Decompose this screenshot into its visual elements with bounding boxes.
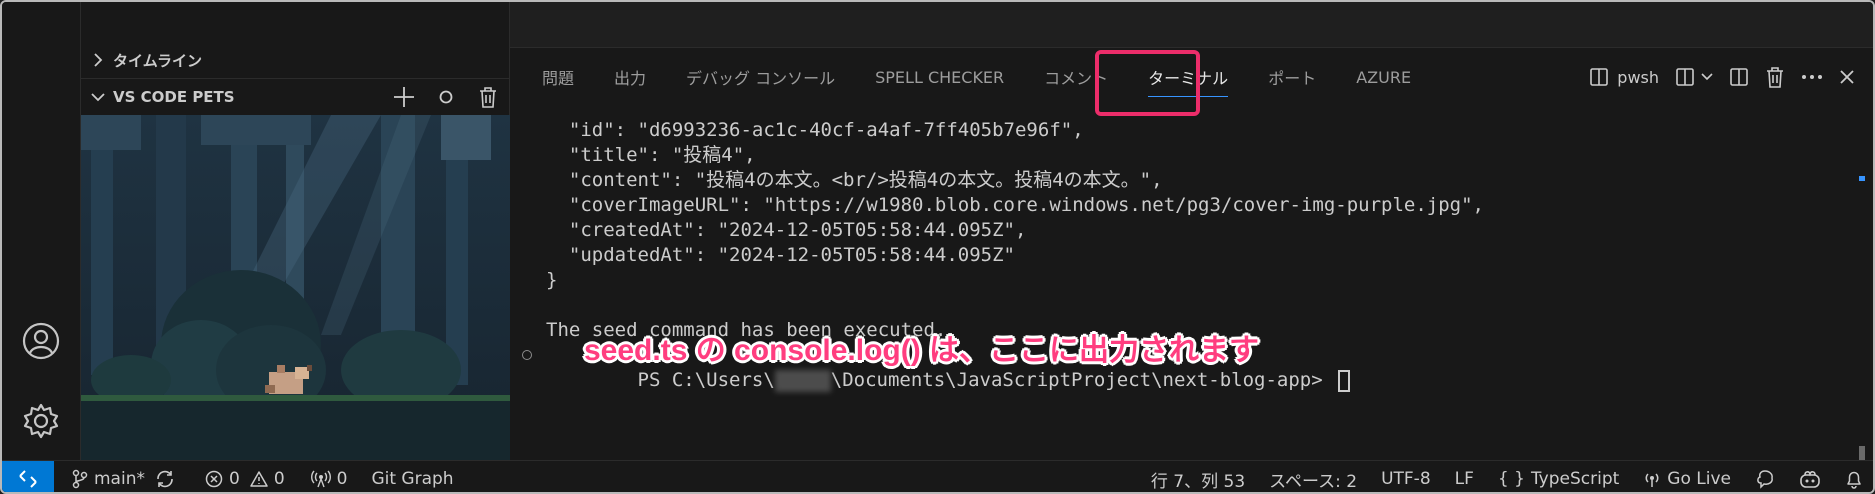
terminal-profile-button[interactable]: pwsh <box>1589 65 1659 89</box>
status-bar-right: 行 7、列 53 スペース: 2 UTF-8 LF { } TypeScript… <box>1151 461 1863 492</box>
language-label: TypeScript <box>1530 469 1620 489</box>
terminal-line: "updatedAt": "2024-12-05T05:58:44.095Z" <box>546 244 1015 266</box>
terminal-line: "id": "d6993236-ac1c-40cf-a4af-7ff405b7e… <box>546 119 1084 141</box>
warning-icon <box>250 470 268 487</box>
panel-tabs: 問題 出力 デバッグ コンソール SPELL CHECKER コメント ターミナ… <box>542 48 1451 106</box>
problems-status[interactable]: 0 0 <box>205 469 285 489</box>
tab-debug-console[interactable]: デバッグ コンソール <box>686 65 835 89</box>
tab-output[interactable]: 出力 <box>614 65 646 89</box>
terminal-line: "title": "投稿4", <box>546 144 756 166</box>
error-icon <box>205 470 223 487</box>
shell-name: pwsh <box>1617 67 1659 87</box>
status-bar: main* 0 0 0 Git Graph 行 7、列 53 スペース: 2 U… <box>2 460 1873 492</box>
panel-actions: pwsh <box>1589 48 1855 106</box>
command-decoration-icon <box>522 350 532 360</box>
ports-count: 0 <box>336 468 348 489</box>
split-terminal-icon <box>1590 68 1609 86</box>
chevron-right-icon <box>89 53 107 67</box>
activity-bar <box>2 2 81 460</box>
git-graph-button[interactable]: Git Graph <box>371 469 453 489</box>
pets-section-header[interactable]: VS CODE PETS <box>81 78 510 114</box>
sync-icon[interactable] <box>155 470 175 488</box>
scrollbar-marker <box>1859 176 1865 181</box>
tab-problems[interactable]: 問題 <box>542 65 574 89</box>
tab-azure[interactable]: AZURE <box>1356 68 1411 87</box>
braces-icon: { } <box>1497 469 1525 489</box>
go-live-icon <box>1645 473 1659 487</box>
terminal-line: "coverImageURL": "https://w1980.blob.cor… <box>546 194 1484 216</box>
error-count: 0 <box>228 468 240 489</box>
tab-ports[interactable]: ポート <box>1268 65 1316 89</box>
pets-label: VS CODE PETS <box>113 87 235 106</box>
branch-status[interactable]: main* <box>72 469 175 489</box>
chevron-down-icon <box>89 92 107 102</box>
timeline-section-header[interactable]: タイムライン <box>81 42 510 78</box>
terminal-line: } <box>546 269 558 291</box>
prompt-suffix: \Documents\JavaScriptProject\next-blog-a… <box>830 369 1335 391</box>
tab-spell-checker[interactable]: SPELL CHECKER <box>875 68 1004 87</box>
warning-count: 0 <box>273 468 285 489</box>
editor-area <box>510 2 1873 47</box>
side-bar: タイムライン VS CODE PETS <box>81 2 510 460</box>
timeline-label: タイムライン <box>113 51 202 70</box>
cursor-position[interactable]: 行 7、列 53 <box>1151 467 1245 492</box>
add-icon[interactable] <box>392 85 416 109</box>
go-live-button[interactable]: Go Live <box>1643 469 1731 489</box>
remote-icon[interactable] <box>2 460 54 492</box>
end-of-line[interactable]: LF <box>1455 469 1474 489</box>
ports-status[interactable]: 0 <box>310 468 348 489</box>
broadcast-icon <box>310 470 331 487</box>
feedback-icon[interactable] <box>1755 469 1775 489</box>
encoding[interactable]: UTF-8 <box>1381 469 1431 489</box>
trash-icon[interactable] <box>476 85 500 109</box>
close-icon[interactable] <box>1839 65 1855 89</box>
launch-profile-icon[interactable] <box>1675 65 1713 89</box>
terminal-line: "createdAt": "2024-12-05T05:58:44.095Z", <box>546 219 1027 241</box>
redacted-username <box>774 369 831 392</box>
scrollbar-thumb[interactable] <box>1859 446 1865 460</box>
split-icon[interactable] <box>1729 65 1749 89</box>
account-icon[interactable] <box>20 320 62 362</box>
gear-icon[interactable] <box>20 400 62 442</box>
pets-forest-scene <box>81 115 510 460</box>
terminal-cursor <box>1338 369 1351 392</box>
bell-icon[interactable] <box>1845 469 1863 489</box>
kill-terminal-icon[interactable] <box>1765 65 1785 89</box>
circle-icon[interactable] <box>434 85 458 109</box>
go-live-label: Go Live <box>1667 469 1731 489</box>
prompt-prefix: PS C:\Users\ <box>637 369 775 391</box>
terminal-tab-highlight <box>1095 50 1200 116</box>
language-mode[interactable]: { } TypeScript <box>1498 469 1619 489</box>
branch-name: main* <box>94 468 145 489</box>
vscode-window: タイムライン VS CODE PETS 問題 出力 デバッグ コンソール SPE… <box>0 0 1875 494</box>
more-icon[interactable] <box>1801 65 1823 89</box>
terminal-line: "content": "投稿4の本文。<br/>投稿4の本文。投稿4の本文。", <box>546 169 1163 191</box>
indentation[interactable]: スペース: 2 <box>1269 467 1357 492</box>
copilot-icon[interactable] <box>1799 469 1821 489</box>
branch-icon <box>72 469 88 488</box>
annotation-callout: seed.ts の console.log() は、ここに出力されます <box>584 334 1260 367</box>
